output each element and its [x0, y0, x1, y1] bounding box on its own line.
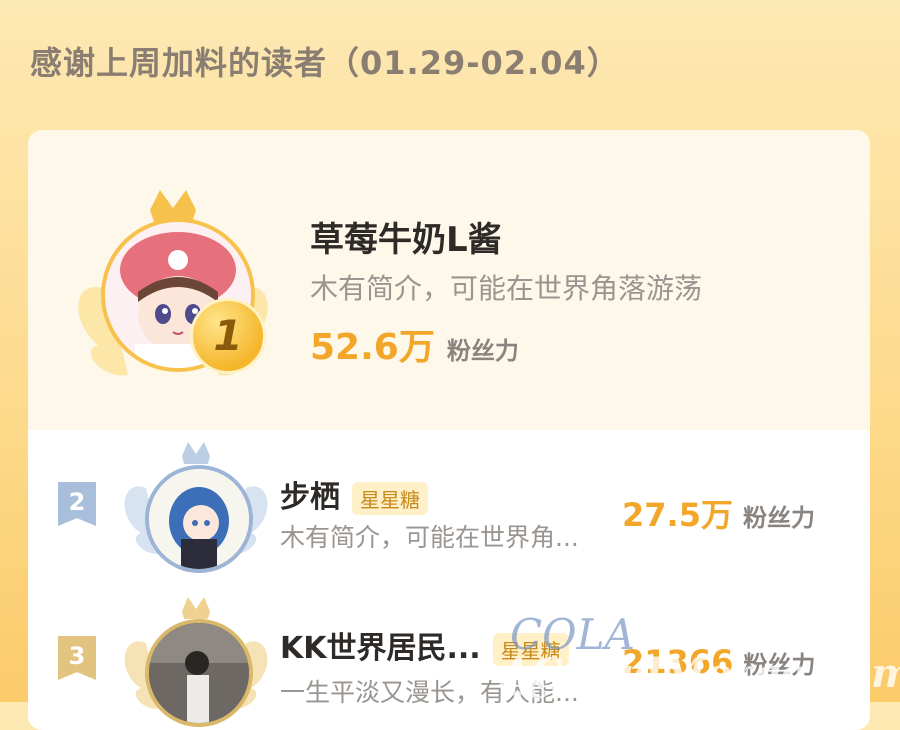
- badge-xingxingtang: 星星糖: [352, 482, 428, 515]
- fans-label: 粉丝力: [446, 337, 519, 365]
- fans-power: 27.5万 粉丝力: [622, 490, 815, 536]
- page-title: 感谢上周加料的读者（01.29-02.04）: [30, 44, 620, 82]
- rank-1-medal: 1: [190, 298, 266, 374]
- reader-bio: 木有简介，可能在世界角落游荡: [310, 272, 703, 305]
- reader-name[interactable]: 步栖 星星糖: [280, 472, 428, 516]
- fans-label: 粉丝力: [743, 651, 816, 679]
- fans-power: 52.6万 粉丝力: [310, 318, 519, 370]
- rank-2-entry[interactable]: 2 步栖 星星糖 木有简介，可能在世界角... 27.5万 粉丝力: [28, 430, 870, 573]
- fans-count: 21366: [622, 643, 734, 681]
- avatar-illustration: [149, 469, 249, 569]
- badge-xingxingtang: 星星糖: [492, 633, 569, 666]
- reader-bio: 一生平淡又漫长，有人能...: [280, 678, 579, 707]
- rank-2-flag: 2: [58, 482, 96, 526]
- reader-bio: 木有简介，可能在世界角...: [280, 523, 579, 552]
- fans-count: 52.6万: [310, 327, 435, 368]
- avatar[interactable]: [145, 465, 253, 573]
- rank-3-flag: 3: [58, 636, 96, 680]
- avatar[interactable]: [145, 619, 253, 727]
- reader-name[interactable]: KK世界居民... 星星糖: [280, 623, 569, 667]
- fans-label: 粉丝力: [742, 504, 815, 532]
- fans-power: 21366 粉丝力: [622, 643, 815, 681]
- readers-card: 1 草莓牛奶L酱 木有简介，可能在世界角落游荡 52.6万 粉丝力 2 步栖 星星糖: [28, 130, 870, 730]
- rank-1-entry[interactable]: 1 草莓牛奶L酱 木有简介，可能在世界角落游荡 52.6万 粉丝力: [28, 130, 870, 430]
- avatar-photo: [149, 623, 249, 723]
- fans-count: 27.5万: [622, 496, 733, 534]
- reader-name[interactable]: 草莓牛奶L酱: [310, 212, 502, 261]
- rank-3-entry[interactable]: 3 KK世界居民... 星星糖 一生平淡又漫长，有人能... 21366 粉丝力: [28, 595, 870, 727]
